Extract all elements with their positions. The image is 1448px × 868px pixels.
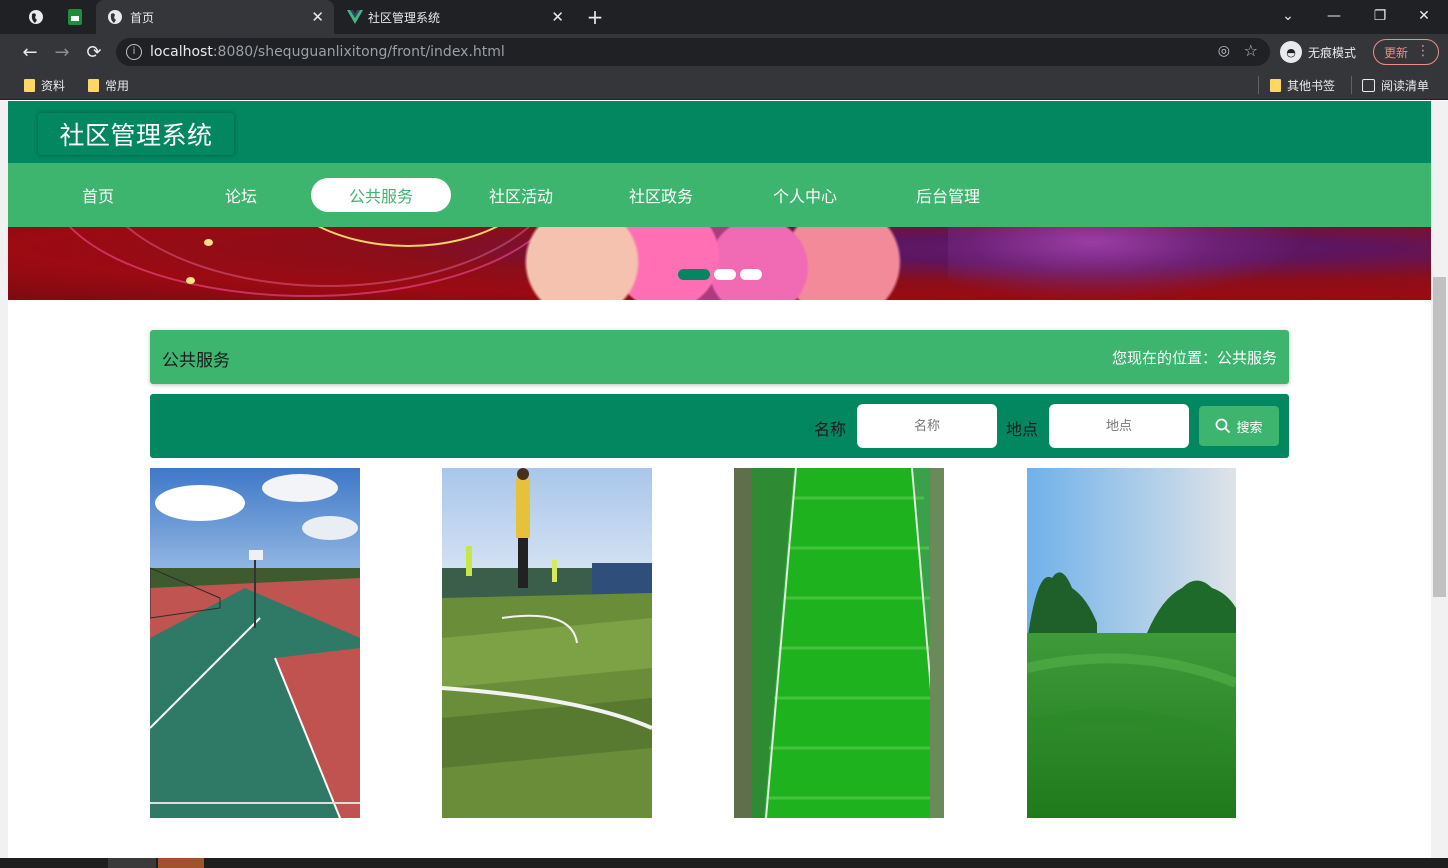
tab-search-chevron-icon[interactable]: ⌄ — [1268, 4, 1308, 28]
service-card-aerial-pitch[interactable] — [734, 468, 944, 818]
folder-icon — [88, 79, 99, 92]
banner-decoration — [204, 239, 213, 246]
browser-tab-system[interactable]: 社区管理系统 ✕ — [336, 0, 574, 34]
service-card-football-field[interactable] — [442, 468, 652, 818]
name-input[interactable] — [857, 404, 997, 448]
aerial-football-pitch-photo — [734, 468, 944, 818]
bookmarks-bar: 资料 常用 其他书签 阅读清单 — [0, 70, 1448, 100]
search-button-label: 搜索 — [1236, 420, 1263, 436]
browser-tab-strip: 首页 ✕ 社区管理系统 ✕ + ⌄ — ❐ ✕ — [0, 0, 1448, 34]
os-taskbar — [0, 858, 1448, 868]
url-text: localhost:8080/shequguanlixitong/front/i… — [150, 44, 505, 60]
nav-admin[interactable]: 后台管理 — [908, 178, 988, 212]
section-title: 公共服务 — [162, 351, 230, 371]
vue-icon — [346, 8, 364, 26]
nav-public-service[interactable]: 公共服务 — [311, 178, 451, 212]
tab-title: 社区管理系统 — [368, 10, 441, 25]
place-label: 地点 — [1006, 420, 1039, 439]
incognito-label: 无痕模式 — [1308, 45, 1357, 60]
bookmark-folder-changyong[interactable]: 常用 — [88, 77, 129, 94]
restore-button[interactable]: ❐ — [1360, 4, 1400, 28]
more-menu-icon: ⋮ — [1416, 43, 1430, 59]
search-button[interactable]: 搜索 — [1199, 406, 1279, 446]
back-arrow-icon[interactable]: ← — [18, 40, 42, 64]
page-viewport: 社区管理系统 首页 论坛 公共服务 社区活动 社区政务 个人中心 后台管理 公共… — [0, 101, 1448, 858]
section-title-bar: 公共服务 您现在的位置：公共服务 — [150, 330, 1289, 384]
folder-icon — [1270, 79, 1281, 92]
nav-community-activity[interactable]: 社区活动 — [481, 178, 561, 212]
golf-lawn-photo — [1027, 468, 1236, 818]
tab-title: 首页 — [130, 10, 155, 25]
taskbar-item[interactable] — [158, 858, 204, 868]
bookmark-label: 资料 — [41, 79, 66, 93]
browser-tab-home[interactable]: 首页 ✕ — [96, 0, 334, 34]
nav-personal-center[interactable]: 个人中心 — [765, 178, 845, 212]
bookmark-divider — [1351, 76, 1352, 94]
update-button[interactable]: 更新 ⋮ — [1373, 39, 1439, 65]
sheets-icon[interactable] — [66, 8, 84, 26]
banner-carousel[interactable] — [8, 227, 1431, 300]
bookmark-label: 阅读清单 — [1381, 79, 1430, 93]
minimize-button[interactable]: — — [1314, 4, 1354, 28]
carousel-dot[interactable] — [714, 269, 736, 280]
site-header: 社区管理系统 — [8, 101, 1431, 163]
reload-icon[interactable]: ⟳ — [82, 40, 106, 64]
site-info-icon[interactable]: i — [126, 44, 142, 60]
site-logo[interactable]: 社区管理系统 — [38, 113, 234, 155]
reading-list[interactable]: 阅读清单 — [1362, 77, 1429, 94]
service-card-golf-lawn[interactable] — [1027, 468, 1236, 818]
main-nav: 首页 论坛 公共服务 社区活动 社区政务 个人中心 后台管理 — [8, 163, 1431, 227]
banner-decoration — [186, 277, 195, 284]
address-bar[interactable]: i localhost:8080/shequguanlixitong/front… — [116, 38, 1270, 66]
nav-community-affairs[interactable]: 社区政务 — [621, 178, 701, 212]
globe-icon[interactable] — [27, 8, 45, 26]
update-label: 更新 — [1384, 45, 1409, 60]
new-tab-button[interactable]: + — [582, 0, 608, 34]
scrollbar-thumb[interactable] — [1433, 277, 1446, 597]
bookmark-label: 常用 — [105, 79, 130, 93]
breadcrumb: 您现在的位置：公共服务 — [1111, 349, 1277, 367]
search-bar: 名称 地点 搜索 — [150, 394, 1289, 458]
bookmark-folder-ziliao[interactable]: 资料 — [24, 77, 65, 94]
bookmark-divider — [1258, 76, 1259, 94]
star-icon[interactable]: ☆ — [1244, 41, 1258, 60]
carousel-dot[interactable] — [678, 269, 710, 280]
viewport-edge — [0, 101, 8, 858]
globe-icon — [106, 8, 124, 26]
search-icon — [1216, 418, 1231, 434]
place-input[interactable] — [1049, 404, 1189, 448]
service-card-basketball-court[interactable] — [150, 468, 360, 818]
nav-forum[interactable]: 论坛 — [201, 178, 281, 212]
incognito-indicator[interactable]: ◓ 无痕模式 — [1280, 39, 1356, 65]
close-window-button[interactable]: ✕ — [1404, 4, 1444, 28]
nav-home[interactable]: 首页 — [58, 178, 138, 212]
forward-arrow-icon[interactable]: → — [50, 40, 74, 64]
eye-off-icon[interactable]: ◎ — [1218, 43, 1230, 59]
bookmark-label: 其他书签 — [1287, 79, 1336, 93]
taskbar-item[interactable] — [108, 858, 156, 868]
folder-icon — [24, 79, 35, 92]
banner-flowers-image — [498, 227, 918, 300]
bookmark-folder-other[interactable]: 其他书签 — [1270, 77, 1335, 94]
football-field-photo — [442, 468, 652, 818]
name-label: 名称 — [814, 420, 847, 439]
close-tab-icon[interactable]: ✕ — [311, 9, 324, 25]
carousel-dot[interactable] — [740, 269, 762, 280]
close-tab-icon[interactable]: ✕ — [551, 9, 564, 25]
reading-list-icon — [1362, 79, 1375, 92]
banner-decoration — [948, 227, 1308, 300]
incognito-icon: ◓ — [1280, 41, 1302, 63]
browser-toolbar: ← → ⟳ i localhost:8080/shequguanlixitong… — [0, 34, 1448, 70]
basketball-court-photo — [150, 468, 360, 818]
